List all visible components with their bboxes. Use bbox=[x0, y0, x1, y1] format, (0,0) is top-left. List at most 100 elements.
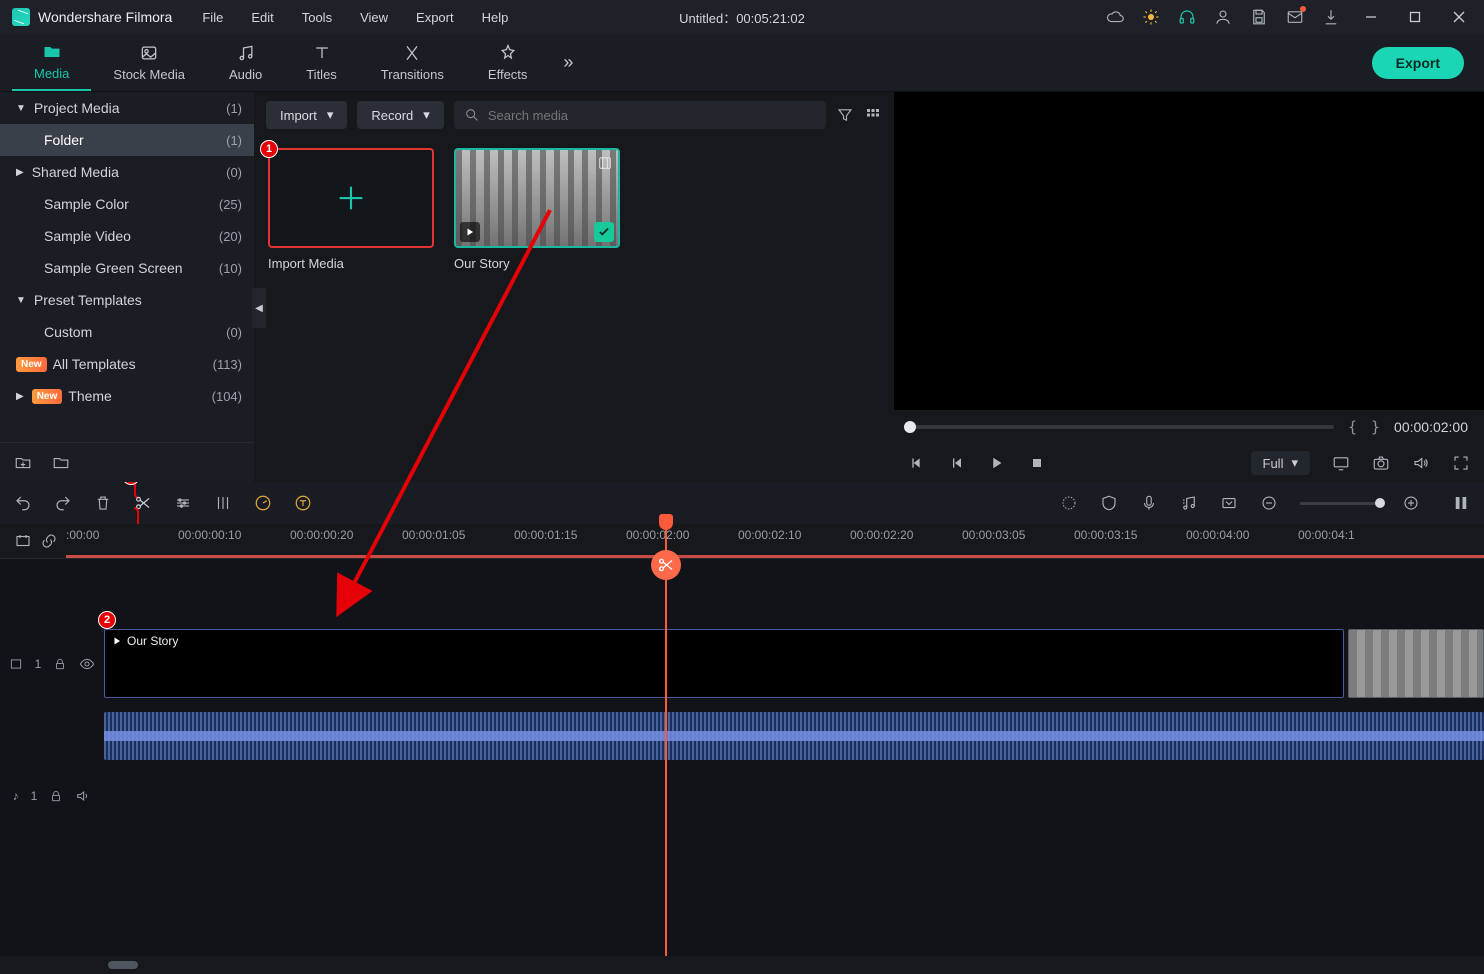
tab-media[interactable]: Media bbox=[12, 34, 91, 91]
prev-frame-button[interactable] bbox=[908, 454, 926, 472]
marker-icon[interactable] bbox=[1060, 494, 1078, 512]
tab-effects[interactable]: Effects bbox=[466, 34, 550, 91]
stop-button[interactable] bbox=[1028, 454, 1046, 472]
speaker-icon[interactable] bbox=[75, 788, 91, 804]
sidebar-item-folder[interactable]: Folder(1) bbox=[0, 124, 254, 156]
minimize-button[interactable] bbox=[1358, 8, 1384, 26]
text-icon[interactable] bbox=[294, 494, 312, 512]
tab-stock-media[interactable]: Stock Media bbox=[91, 34, 207, 91]
sidebar-item-sample-green-screen[interactable]: Sample Green Screen(10) bbox=[0, 252, 254, 284]
app-name: Wondershare Filmora bbox=[38, 9, 172, 25]
menu-tools[interactable]: Tools bbox=[292, 6, 342, 29]
record-dropdown[interactable]: Record▾ bbox=[357, 101, 443, 129]
user-icon[interactable] bbox=[1214, 8, 1232, 26]
zoom-in-button[interactable] bbox=[1402, 494, 1420, 512]
export-button[interactable]: Export bbox=[1372, 47, 1464, 79]
mark-out-button[interactable]: } bbox=[1371, 418, 1380, 436]
audio-clip[interactable] bbox=[104, 712, 1484, 760]
lock-icon[interactable] bbox=[49, 789, 63, 803]
sidebar-item-shared-media[interactable]: ▶Shared Media(0) bbox=[0, 156, 254, 188]
timeline-view-icon[interactable] bbox=[1452, 494, 1470, 512]
media-card-import[interactable]: 1 Import Media bbox=[268, 148, 434, 271]
mic-icon[interactable] bbox=[1140, 494, 1158, 512]
undo-button[interactable] bbox=[14, 494, 32, 512]
lock-icon[interactable] bbox=[53, 657, 67, 671]
chevron-down-icon: ▾ bbox=[327, 107, 334, 123]
video-clip[interactable]: Our Story bbox=[104, 629, 1344, 698]
playhead-head[interactable] bbox=[659, 514, 673, 530]
tab-titles[interactable]: Titles bbox=[284, 34, 359, 91]
mark-in-button[interactable]: { bbox=[1348, 418, 1357, 436]
menu-help[interactable]: Help bbox=[472, 6, 519, 29]
more-tabs-button[interactable]: » bbox=[549, 52, 587, 73]
import-dropdown[interactable]: Import▾ bbox=[266, 101, 347, 129]
tab-transitions[interactable]: Transitions bbox=[359, 34, 466, 91]
crop-icon[interactable] bbox=[174, 494, 192, 512]
menu-edit[interactable]: Edit bbox=[241, 6, 283, 29]
menu-view[interactable]: View bbox=[350, 6, 398, 29]
filter-icon[interactable] bbox=[836, 106, 854, 124]
sidebar-item-preset-templates[interactable]: ▼Preset Templates bbox=[0, 284, 254, 316]
collapse-sidebar-button[interactable]: ◀ bbox=[252, 288, 266, 328]
zoom-slider[interactable] bbox=[1300, 502, 1380, 505]
play-icon bbox=[460, 222, 480, 242]
volume-icon[interactable] bbox=[1412, 454, 1430, 472]
display-icon[interactable] bbox=[1332, 454, 1350, 472]
audio-mix-icon[interactable] bbox=[214, 494, 232, 512]
timeline: 3 :00:0000:00:00:1000:00:00:2000:00:01:0… bbox=[0, 482, 1484, 974]
cloud-icon[interactable] bbox=[1106, 8, 1124, 26]
film-icon bbox=[596, 154, 614, 172]
ruler[interactable]: :00:0000:00:00:1000:00:00:2000:00:01:050… bbox=[66, 524, 1484, 558]
sidebar-item-theme[interactable]: ▶NewTheme(104) bbox=[0, 380, 254, 412]
menu-export[interactable]: Export bbox=[406, 6, 464, 29]
eye-icon[interactable] bbox=[79, 656, 95, 672]
folder-icon[interactable] bbox=[52, 454, 70, 472]
seek-track[interactable] bbox=[910, 425, 1334, 429]
seek-thumb[interactable] bbox=[904, 421, 916, 433]
tab-audio[interactable]: Audio bbox=[207, 34, 284, 91]
shield-icon[interactable] bbox=[1100, 494, 1118, 512]
annotation-1: 1 bbox=[260, 140, 278, 158]
redo-button[interactable] bbox=[54, 494, 72, 512]
ruler-tick: :00:00 bbox=[66, 528, 99, 542]
menu-file[interactable]: File bbox=[192, 6, 233, 29]
sidebar-item-all-templates[interactable]: NewAll Templates(113) bbox=[0, 348, 254, 380]
timeline-fit-icon[interactable] bbox=[14, 532, 32, 550]
download-icon[interactable] bbox=[1322, 8, 1340, 26]
media-card-label: Our Story bbox=[454, 256, 620, 271]
video-clip-second[interactable] bbox=[1348, 629, 1484, 698]
new-folder-icon[interactable] bbox=[14, 454, 32, 472]
play-button[interactable] bbox=[988, 454, 1006, 472]
timeline-scrollbar[interactable] bbox=[0, 956, 1484, 974]
audio-track-row: ♪ 1 bbox=[0, 766, 1484, 826]
fullscreen-icon[interactable] bbox=[1452, 454, 1470, 472]
sidebar-item-sample-color[interactable]: Sample Color(25) bbox=[0, 188, 254, 220]
link-icon[interactable] bbox=[40, 532, 58, 550]
headphones-icon[interactable] bbox=[1178, 8, 1196, 26]
chevron-down-icon: ▾ bbox=[1291, 455, 1298, 471]
maximize-button[interactable] bbox=[1402, 8, 1428, 26]
close-button[interactable] bbox=[1446, 8, 1472, 26]
split-marker[interactable] bbox=[651, 550, 681, 580]
plus-icon bbox=[334, 181, 368, 215]
step-back-button[interactable] bbox=[948, 454, 966, 472]
search-box[interactable] bbox=[454, 101, 826, 129]
speed-icon[interactable] bbox=[254, 494, 272, 512]
preview-video[interactable] bbox=[894, 92, 1484, 410]
sidebar-item-project-media[interactable]: ▼Project Media(1) bbox=[0, 92, 254, 124]
zoom-out-button[interactable] bbox=[1260, 494, 1278, 512]
save-icon[interactable] bbox=[1250, 8, 1268, 26]
grid-view-icon[interactable] bbox=[864, 106, 882, 124]
media-card-our-story[interactable]: Our Story bbox=[454, 148, 620, 271]
sidebar-item-custom[interactable]: Custom(0) bbox=[0, 316, 254, 348]
quality-dropdown[interactable]: Full▾ bbox=[1251, 451, 1310, 475]
aspect-icon[interactable] bbox=[1220, 494, 1238, 512]
search-input[interactable] bbox=[488, 108, 816, 123]
snapshot-icon[interactable] bbox=[1372, 454, 1390, 472]
sidebar-item-sample-video[interactable]: Sample Video(20) bbox=[0, 220, 254, 252]
delete-button[interactable] bbox=[94, 494, 112, 512]
music-icon[interactable] bbox=[1180, 494, 1198, 512]
playhead[interactable] bbox=[665, 528, 667, 956]
mail-icon[interactable] bbox=[1286, 8, 1304, 26]
sun-icon[interactable] bbox=[1142, 8, 1160, 26]
